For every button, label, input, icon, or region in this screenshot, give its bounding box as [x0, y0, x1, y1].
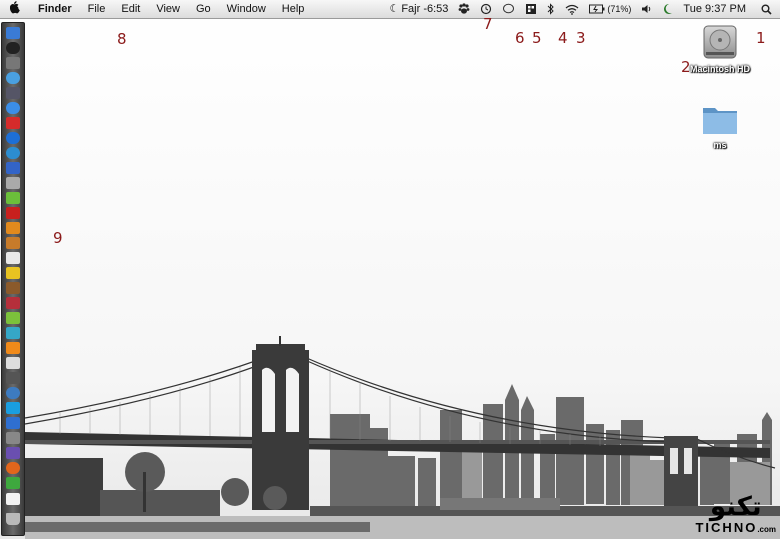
menubar-clock[interactable]: Tue 9:37 PM [678, 0, 756, 18]
crescent-icon: ☾ [389, 3, 400, 15]
menu-help[interactable]: Help [274, 0, 313, 18]
annotation-1: 1 [756, 29, 766, 47]
annotation-4: 4 [558, 29, 568, 47]
menu-window[interactable]: Window [219, 0, 274, 18]
dock-app-gray-icon[interactable] [6, 177, 20, 189]
desktop-wallpaper [0, 0, 780, 539]
annotation-6: 6 [515, 29, 525, 47]
dock-app-lime-icon[interactable] [6, 312, 20, 324]
dock-calendar-icon[interactable] [6, 252, 20, 264]
hard-drive-icon [703, 25, 737, 59]
dock-acrobat-icon[interactable] [6, 207, 20, 219]
paw-icon[interactable] [453, 3, 475, 15]
dock-app-red2-icon[interactable] [6, 297, 20, 309]
menu-bar: Finder File Edit View Go Window Help ☾ F… [0, 0, 780, 19]
battery-icon [589, 4, 605, 14]
desktop-icon-ms-folder[interactable]: ms [675, 100, 765, 150]
folder-icon [703, 108, 737, 134]
prayer-time-label: Fajr -6:53 [401, 3, 449, 15]
dock-app-yellow-icon[interactable] [6, 267, 20, 279]
dock-app-dark-icon[interactable] [6, 372, 20, 384]
prayer-times-menu[interactable]: ☾ Fajr -6:53 [384, 0, 453, 18]
dock-app-brown-icon[interactable] [6, 282, 20, 294]
logo-suffix: .com [757, 525, 776, 534]
annotation-8: 8 [117, 30, 127, 48]
menu-edit[interactable]: Edit [113, 0, 148, 18]
dock-app-blue-icon[interactable] [6, 132, 20, 144]
dock-expose-icon[interactable] [6, 57, 20, 69]
battery-percent: (71%) [607, 4, 632, 14]
dock-app-green-icon[interactable] [6, 192, 20, 204]
spaces-icon[interactable] [520, 3, 542, 15]
dock-app-blue2-icon[interactable] [6, 417, 20, 429]
dock-app-photo-icon[interactable] [6, 237, 20, 249]
dock-dashboard-icon[interactable] [6, 42, 20, 54]
dock-firefox-icon[interactable] [6, 462, 20, 474]
volume-icon[interactable] [636, 4, 658, 14]
battery-menu[interactable]: (71%) [584, 0, 636, 18]
dock-app-cyan-icon[interactable] [6, 327, 20, 339]
apple-menu-icon[interactable] [0, 1, 30, 17]
annotation-3: 3 [576, 29, 586, 47]
logo-arabic-text: تكنو [709, 492, 762, 522]
annotation-7: 7 [483, 15, 493, 33]
dock-app-red-icon[interactable] [6, 117, 20, 129]
bluetooth-icon[interactable] [542, 3, 560, 15]
dock [1, 22, 25, 536]
time-machine-icon[interactable] [475, 3, 497, 15]
dock-spaces-icon[interactable] [6, 87, 20, 99]
dock-app-gray2-icon[interactable] [6, 432, 20, 444]
wifi-icon[interactable] [560, 4, 584, 15]
dock-ichat-icon[interactable] [6, 102, 20, 114]
annotation-5: 5 [532, 29, 542, 47]
dock-app-white-icon[interactable] [6, 357, 20, 369]
dock-app-orange-icon[interactable] [6, 222, 20, 234]
dock-app-green2-icon[interactable] [6, 477, 20, 489]
dock-finder-icon[interactable] [6, 27, 20, 39]
dock-document-icon[interactable] [6, 493, 20, 505]
menu-file[interactable]: File [80, 0, 114, 18]
dock-app-purple-icon[interactable] [6, 447, 20, 459]
spotlight-search-icon[interactable] [756, 4, 780, 15]
menu-go[interactable]: Go [188, 0, 219, 18]
dock-vlc-icon[interactable] [6, 342, 20, 354]
dock-app-icon[interactable] [6, 162, 20, 174]
dock-skype-icon[interactable] [6, 402, 20, 414]
dock-safari-icon[interactable] [6, 72, 20, 84]
dock-app-globe2-icon[interactable] [6, 387, 20, 399]
app-menu-finder[interactable]: Finder [30, 0, 80, 18]
folder-label: ms [713, 140, 727, 150]
moon-icon[interactable] [658, 3, 678, 15]
watermark-logo: تكنو TICHNO.com [695, 494, 776, 535]
dock-app-globe-icon[interactable] [6, 147, 20, 159]
logo-latin-text: TICHNO [695, 520, 758, 535]
annotation-9: 9 [53, 229, 63, 247]
chat-bubble-icon[interactable] [497, 3, 520, 15]
annotation-2: 2 [681, 58, 691, 76]
dock-trash-icon[interactable] [6, 513, 20, 525]
menu-view[interactable]: View [148, 0, 188, 18]
